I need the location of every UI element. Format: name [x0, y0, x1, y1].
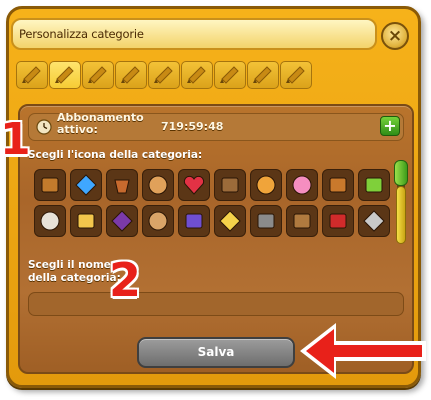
pencil-icon — [286, 66, 305, 84]
category-slot-row — [16, 61, 312, 89]
jam-jar-icon — [77, 213, 95, 229]
clock-icon — [36, 119, 52, 135]
category-icon-option[interactable] — [214, 169, 246, 201]
subscription-label: Abbonamento attivo: — [57, 111, 144, 136]
category-icon-option[interactable] — [214, 205, 246, 237]
category-icon-option[interactable] — [250, 169, 282, 201]
sheep-icon — [40, 211, 60, 231]
battery-icon — [365, 177, 383, 193]
category-name-input[interactable] — [28, 292, 404, 316]
icon-section-label: Scegli l'icona della categoria: — [28, 149, 203, 161]
add-subscription-button[interactable]: + — [380, 116, 400, 136]
heart-lock-icon — [183, 175, 205, 195]
pencil-icon — [22, 66, 41, 84]
pastry-icon — [148, 175, 168, 195]
gift-box-icon — [185, 213, 203, 229]
cupcake-icon — [292, 175, 312, 195]
pencil-icon — [88, 66, 107, 84]
flower-pot-icon — [114, 179, 130, 194]
wooden-box-icon — [293, 213, 311, 229]
pencil-icon — [187, 66, 206, 84]
category-icon-grid — [30, 164, 394, 248]
category-icon-option[interactable] — [178, 169, 210, 201]
annotation-step-1: 1 — [0, 114, 31, 165]
category-slot[interactable] — [280, 61, 312, 89]
category-slot[interactable] — [214, 61, 246, 89]
close-button[interactable]: × — [381, 22, 409, 50]
category-icon-option[interactable] — [106, 169, 138, 201]
category-icon-option[interactable] — [34, 205, 66, 237]
category-icon-option[interactable] — [142, 205, 174, 237]
pencil-icon — [121, 66, 140, 84]
red-tube-icon — [329, 213, 347, 229]
category-slot[interactable] — [16, 61, 48, 89]
category-slot[interactable] — [82, 61, 114, 89]
category-icon-option[interactable] — [286, 205, 318, 237]
cheese-icon — [219, 210, 241, 232]
category-icon-option[interactable] — [322, 169, 354, 201]
trowel-icon — [363, 210, 385, 232]
category-icon-option[interactable] — [70, 169, 102, 201]
category-slot[interactable] — [181, 61, 213, 89]
arrow-annotation-icon — [300, 323, 426, 379]
candy-icon — [256, 175, 276, 195]
backpack-icon — [329, 177, 347, 193]
subscription-time: 719:59:48 — [161, 120, 224, 133]
dialog-title: Personalizza categorie — [19, 27, 144, 41]
paint-palette-icon — [148, 211, 168, 231]
category-icon-option[interactable] — [142, 169, 174, 201]
category-icon-option[interactable] — [358, 169, 390, 201]
category-slot[interactable] — [247, 61, 279, 89]
pencil-icon — [253, 66, 272, 84]
icon-grid-scrollbar-bar[interactable] — [396, 186, 406, 244]
save-button[interactable]: Salva — [137, 337, 295, 368]
category-icon-option[interactable] — [178, 205, 210, 237]
blue-diamond-icon — [75, 174, 97, 196]
category-icon-option[interactable] — [322, 205, 354, 237]
wooden-crate-icon — [41, 177, 59, 193]
category-icon-option[interactable] — [106, 205, 138, 237]
category-icon-option[interactable] — [70, 205, 102, 237]
category-slot[interactable] — [115, 61, 147, 89]
pencil-icon — [220, 66, 239, 84]
category-icon-option[interactable] — [358, 205, 390, 237]
witch-hat-icon — [111, 210, 133, 232]
grinder-icon — [221, 177, 239, 193]
annotation-step-2: 2 — [109, 253, 142, 307]
category-slot[interactable] — [49, 61, 81, 89]
pencil-icon — [154, 66, 173, 84]
pencil-icon — [55, 66, 74, 84]
category-icon-option[interactable] — [34, 169, 66, 201]
category-icon-option[interactable] — [286, 169, 318, 201]
dialog-title-bar: Personalizza categorie — [11, 18, 377, 50]
hammer-icon — [257, 213, 275, 229]
icon-grid-scrollbar-thumb[interactable] — [394, 160, 408, 186]
category-slot[interactable] — [148, 61, 180, 89]
category-icon-option[interactable] — [250, 205, 282, 237]
